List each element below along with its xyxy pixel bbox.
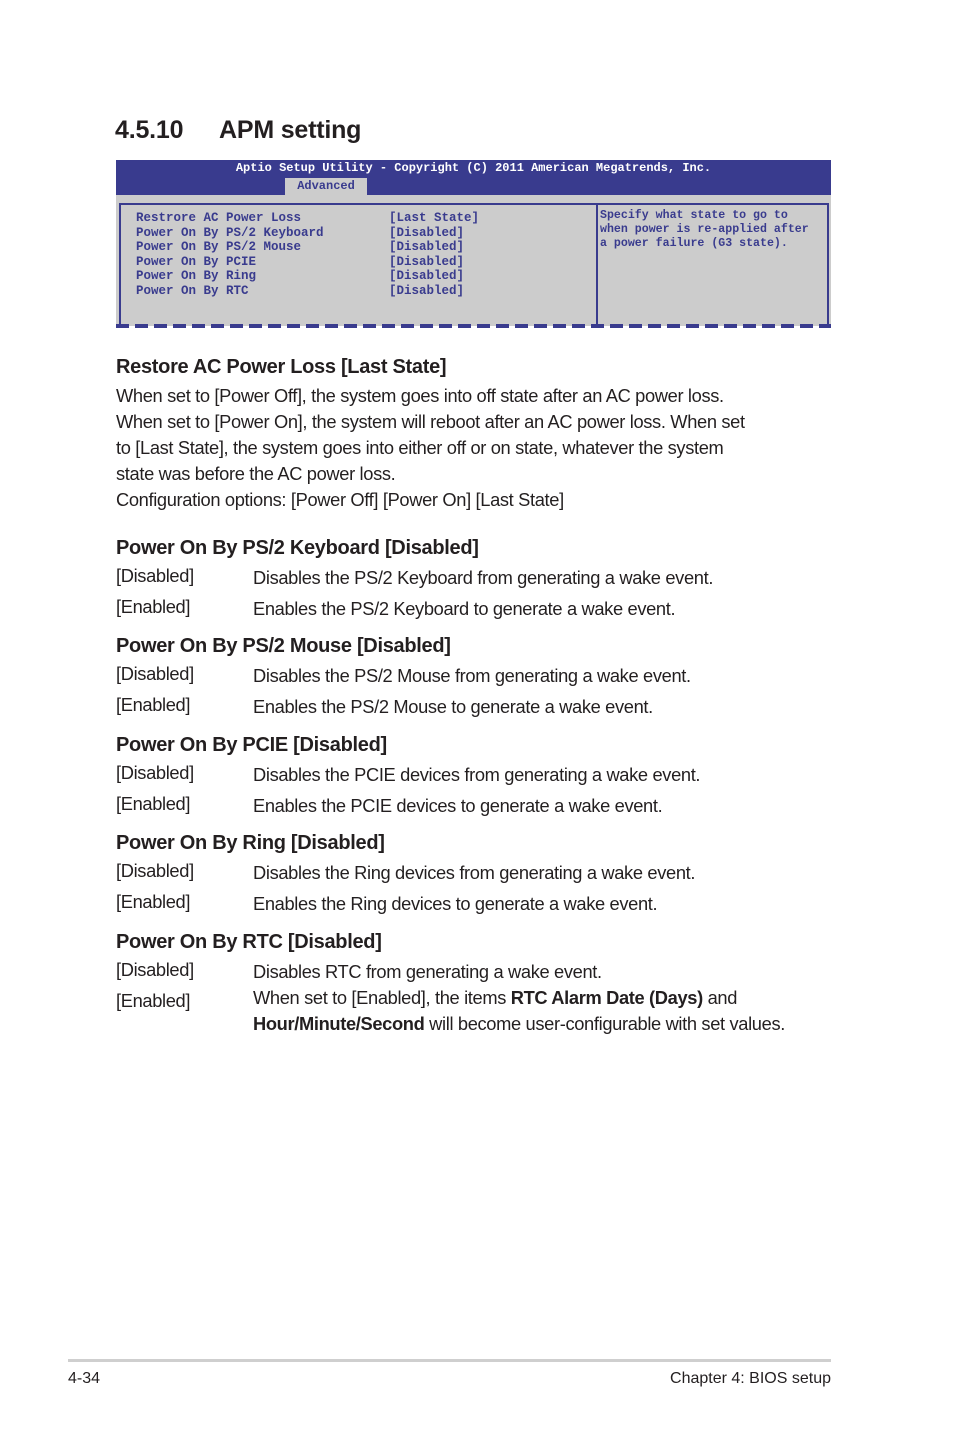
bios-help-text: Specify what state to go to when power is… [600,209,828,251]
help-line: Specify what state to go to [600,209,788,222]
bios-item-value: [Disabled] [389,283,465,298]
option-desc: Disables RTC from generating a wake even… [253,961,602,982]
bios-screenshot: Aptio Setup Utility - Copyright (C) 2011… [116,160,831,330]
bios-title: Aptio Setup Utility - Copyright (C) 2011… [235,161,712,175]
section-number: 4.5.10 [115,116,184,144]
page-number: 4-34 [68,1370,101,1387]
chapter-label: Chapter 4: BIOS setup [670,1370,831,1387]
bios-item-ring[interactable]: Power On By Ring [Disabled] [136,269,464,284]
bios-item-label: Power On By PS/2 Keyboard [136,225,324,240]
bios-item-value: [Disabled] [389,254,465,269]
bios-item-ps2-keyboard[interactable]: Power On By PS/2 Keyboard [Disabled] [136,225,464,241]
option-key: [Disabled] [116,762,194,783]
option-key: [Disabled] [116,565,194,586]
option-key: [Disabled] [116,860,194,881]
option-key: [Enabled] [116,990,191,1011]
help-line: a power failure (G3 state). [600,237,788,250]
heading-ps2-mouse: Power On By PS/2 Mouse [Disabled] [116,635,451,657]
bios-item-value: [Disabled] [389,240,465,254]
desc-text: When set to [Enabled], the items [253,987,511,1008]
option-desc: Disables the PS/2 Mouse from generating … [253,665,691,686]
bios-item-ps2-mouse[interactable]: Power On By PS/2 Mouse [Disabled] [136,240,464,255]
option-desc: Enables the PCIE devices to generate a w… [253,795,663,816]
bios-item-label: Restrore AC Power Loss [136,211,302,225]
section-title: 4.5.10 APM setting [115,116,361,145]
option-key: [Disabled] [116,959,194,980]
option-key: [Enabled] [116,891,191,912]
paragraph-line: When set to [Power Off], the system goes… [116,385,724,406]
bios-dashed-edge [116,324,831,328]
bios-item-value: [Last State] [389,211,480,225]
bios-header: Aptio Setup Utility - Copyright (C) 2011… [116,160,831,195]
option-key: [Disabled] [116,663,194,684]
bios-item-value: [Disabled] [389,269,465,283]
desc-text: will become user-configurable with set v… [424,1013,785,1034]
bios-item-rtc[interactable]: Power On By RTC [Disabled] [136,283,464,299]
footer-divider [68,1359,831,1362]
bios-item-label: Power On By PS/2 Mouse [136,240,302,254]
restore-description: When set to [Power Off], the system goes… [116,383,836,513]
tab-advanced[interactable]: Advanced [285,178,367,195]
option-desc: Disables the PCIE devices from generatin… [253,764,701,785]
heading-ring: Power On By Ring [Disabled] [116,832,385,854]
heading-rtc: Power On By RTC [Disabled] [116,931,382,953]
paragraph-line: When set to [Power On], the system will … [116,411,745,432]
option-desc: Enables the Ring devices to generate a w… [253,893,658,914]
option-desc: Disables the PS/2 Keyboard from generati… [253,567,714,588]
bios-item-restore-ac[interactable]: Restrore AC Power Loss [Last State] [136,211,479,226]
heading-restore-ac: Restore AC Power Loss [Last State] [116,356,447,378]
heading-ps2-keyboard: Power On By PS/2 Keyboard [Disabled] [116,537,479,559]
option-desc: Disables the Ring devices from generatin… [253,862,696,883]
option-key: [Enabled] [116,694,191,715]
option-key: [Enabled] [116,596,191,617]
option-key: [Enabled] [116,793,191,814]
bios-item-pcie[interactable]: Power On By PCIE [Disabled] [136,254,464,270]
paragraph-line: state was before the AC power loss. [116,463,396,484]
bios-item-label: Power On By RTC [136,283,249,298]
option-desc: Enables the PS/2 Mouse to generate a wak… [253,696,653,717]
heading-pcie: Power On By PCIE [Disabled] [116,734,387,756]
bios-item-value: [Disabled] [389,225,465,240]
desc-bold-term: RTC Alarm Date (Days) [510,987,703,1008]
option-desc: When set to [Enabled], the items RTC Ala… [253,985,813,1037]
option-desc: Enables the PS/2 Keyboard to generate a … [253,598,676,619]
bios-item-label: Power On By Ring [136,269,257,283]
config-options: Configuration options: [Power Off] [Powe… [116,489,564,510]
help-line: when power is re-applied after [600,223,809,236]
paragraph-line: to [Last State], the system goes into ei… [116,437,724,458]
desc-bold-term: Hour/Minute/Second [253,1013,425,1034]
bios-item-label: Power On By PCIE [136,254,257,269]
section-heading: APM setting [219,116,362,144]
desc-text: and [702,987,738,1008]
